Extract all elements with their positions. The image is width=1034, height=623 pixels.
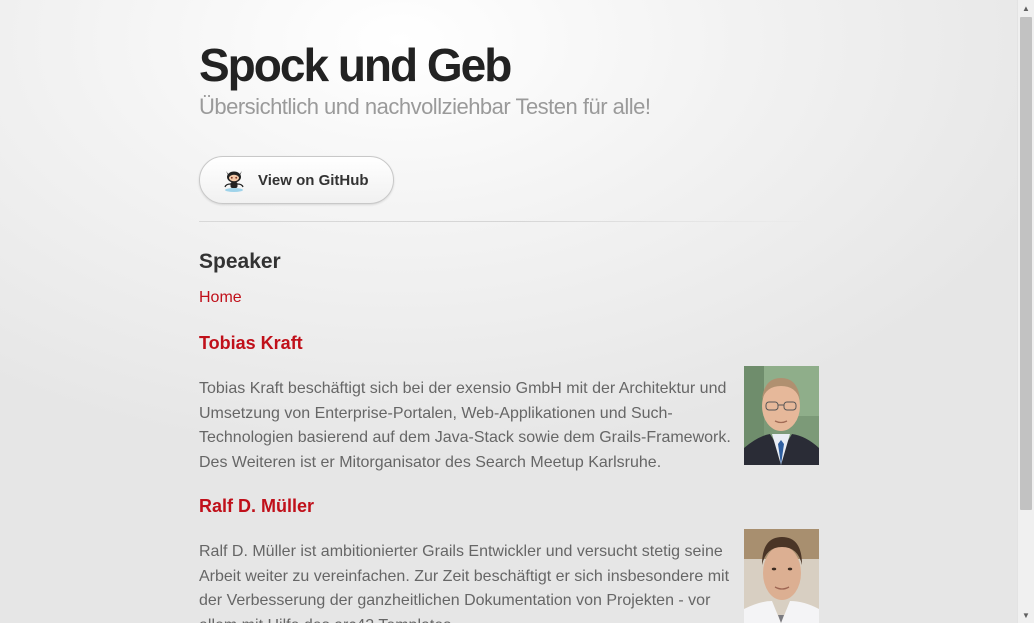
bio-line: Ralf D. Müller ist ambitionierter Grails…	[199, 543, 723, 560]
speaker-bio-ralf-mueller: Ralf D. Müller ist ambitionierter Grails…	[199, 540, 739, 623]
view-on-github-button[interactable]: View on GitHub	[199, 156, 394, 204]
header-divider	[199, 221, 819, 222]
bio-line: Tobias Kraft beschäftigt sich bei der ex…	[199, 380, 727, 397]
speaker-name-tobias-kraft[interactable]: Tobias Kraft	[199, 333, 303, 354]
vertical-scrollbar[interactable]: ▲ ▼	[1017, 0, 1034, 623]
speaker-bio-tobias-kraft: Tobias Kraft beschäftigt sich bei der ex…	[199, 377, 739, 475]
bio-line: Technologien basierend auf dem Java-Stac…	[199, 429, 731, 446]
scroll-up-arrow-icon[interactable]: ▲	[1018, 0, 1034, 16]
bio-line: der Verbesserung der ganzheitlichen Doku…	[199, 592, 711, 609]
github-button-label: View on GitHub	[258, 172, 369, 189]
bio-line: Des Weiteren ist er Mitorganisator des S…	[199, 453, 662, 471]
speaker-photo-ralf-mueller	[744, 529, 819, 623]
speaker-name-ralf-mueller[interactable]: Ralf D. Müller	[199, 496, 314, 517]
octocat-icon	[223, 168, 245, 192]
scroll-down-arrow-icon[interactable]: ▼	[1018, 607, 1034, 623]
bio-line: Arbeit weiter zu vereinfachen. Zur Zeit …	[199, 567, 730, 585]
home-link[interactable]: Home	[199, 289, 242, 307]
speaker-photo-tobias-kraft	[744, 366, 819, 465]
section-title: Speaker	[199, 250, 281, 273]
bio-line: Umsetzung von Enterprise-Portalen, Web-A…	[199, 404, 673, 422]
site-title: Spock und Geb	[199, 39, 512, 91]
site-subtitle: Übersichtlich und nachvollziehbar Testen…	[199, 94, 651, 119]
scrollbar-thumb[interactable]	[1020, 17, 1032, 510]
bio-line: allem mit Hilfe des arc42 Templates.	[199, 614, 739, 623]
